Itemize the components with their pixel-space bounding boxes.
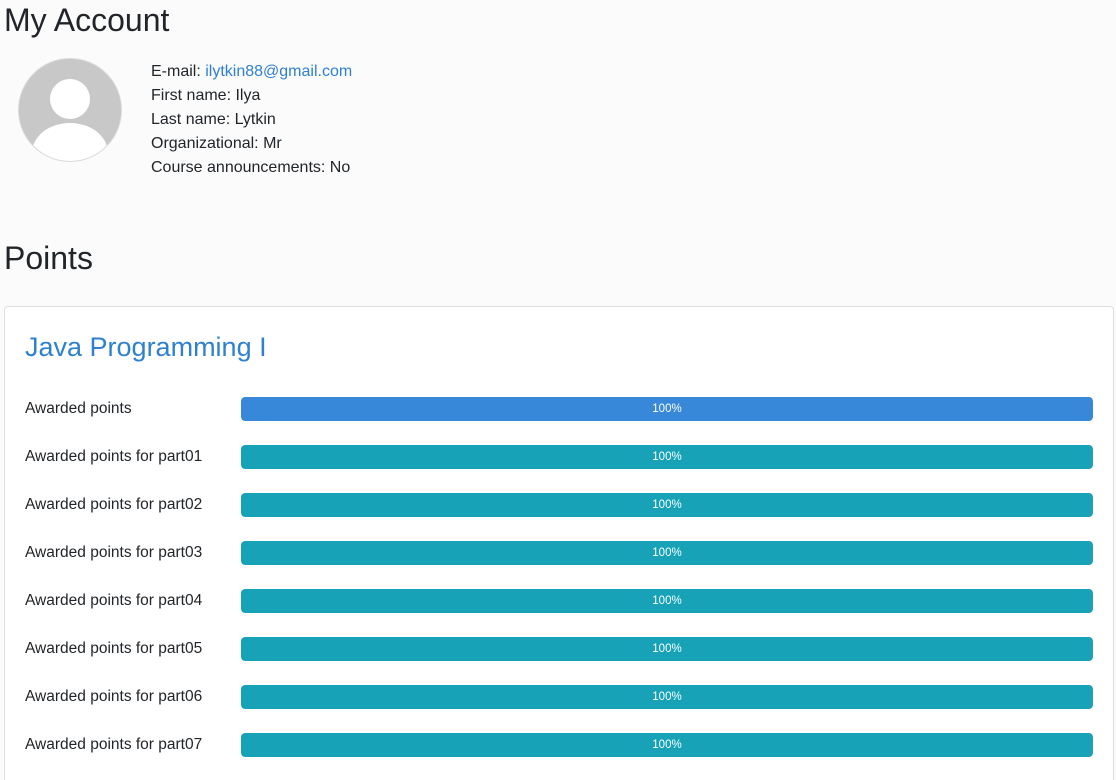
points-row: Awarded points for part07 100% bbox=[5, 733, 1113, 757]
points-row: Awarded points for part05 100% bbox=[5, 637, 1113, 661]
course-announcements-label: Course announcements: bbox=[151, 159, 326, 176]
progress-bar-track: 100% bbox=[241, 541, 1093, 565]
points-row-label: Awarded points bbox=[25, 400, 132, 417]
progress-bar-track: 100% bbox=[241, 445, 1093, 469]
points-row: Awarded points for part03 100% bbox=[5, 541, 1113, 565]
progress-bar-fill: 100% bbox=[241, 685, 1093, 709]
account-page: My Account E-mail: ilytkin88@gmail.com F… bbox=[0, 0, 1116, 780]
page-title: My Account bbox=[4, 2, 170, 38]
course-announcements-value: No bbox=[329, 159, 351, 176]
course-points-card: Java Programming I Awarded points 100% Awa… bbox=[4, 306, 1114, 780]
progress-bar-fill: 100% bbox=[241, 397, 1093, 421]
progress-bar-fill: 100% bbox=[241, 493, 1093, 517]
last-name-label: Last name: bbox=[151, 111, 231, 128]
points-row: Awarded points for part02 100% bbox=[5, 493, 1113, 517]
points-heading: Points bbox=[4, 240, 93, 276]
progress-bar-track: 100% bbox=[241, 397, 1093, 421]
points-row: Awarded points for part01 100% bbox=[5, 445, 1113, 469]
user-avatar-icon bbox=[18, 58, 122, 162]
last-name-row: Last name: Lytkin bbox=[151, 108, 352, 132]
progress-bar-track: 100% bbox=[241, 733, 1093, 757]
points-row-label: Awarded points for part01 bbox=[25, 448, 203, 465]
course-title-link[interactable]: Java Programming I bbox=[25, 329, 267, 365]
points-row-label: Awarded points for part06 bbox=[25, 688, 203, 705]
points-row-label: Awarded points for part05 bbox=[25, 640, 203, 657]
progress-bar-fill: 100% bbox=[241, 445, 1093, 469]
points-row-label: Awarded points for part03 bbox=[25, 544, 203, 561]
avatar-silhouette-icon bbox=[19, 59, 121, 161]
points-row: Awarded points for part06 100% bbox=[5, 685, 1113, 709]
points-row-label: Awarded points for part07 bbox=[25, 736, 203, 753]
organizational-label: Organizational: bbox=[151, 135, 259, 152]
email-label: E-mail: bbox=[151, 63, 201, 80]
points-row: Awarded points 100% bbox=[5, 397, 1113, 421]
points-row: Awarded points for part04 100% bbox=[5, 589, 1113, 613]
first-name-label: First name: bbox=[151, 87, 232, 104]
email-link[interactable]: ilytkin88@gmail.com bbox=[205, 63, 352, 80]
points-row-label: Awarded points for part04 bbox=[25, 592, 203, 609]
progress-bar-track: 100% bbox=[241, 493, 1093, 517]
email-row: E-mail: ilytkin88@gmail.com bbox=[151, 60, 352, 84]
progress-bar-fill: 100% bbox=[241, 733, 1093, 757]
profile-info: E-mail: ilytkin88@gmail.com First name: … bbox=[151, 60, 352, 180]
organizational-value: Mr bbox=[263, 135, 282, 152]
course-announcements-row: Course announcements: No bbox=[151, 156, 352, 180]
progress-bar-fill: 100% bbox=[241, 637, 1093, 661]
progress-bar-track: 100% bbox=[241, 589, 1093, 613]
progress-bar-track: 100% bbox=[241, 685, 1093, 709]
first-name-row: First name: Ilya bbox=[151, 84, 352, 108]
progress-bar-fill: 100% bbox=[241, 541, 1093, 565]
last-name-value: Lytkin bbox=[234, 111, 276, 128]
first-name-value: Ilya bbox=[235, 87, 261, 104]
organizational-row: Organizational: Mr bbox=[151, 132, 352, 156]
progress-bar-track: 100% bbox=[241, 637, 1093, 661]
points-row-label: Awarded points for part02 bbox=[25, 496, 203, 513]
progress-bar-fill: 100% bbox=[241, 589, 1093, 613]
